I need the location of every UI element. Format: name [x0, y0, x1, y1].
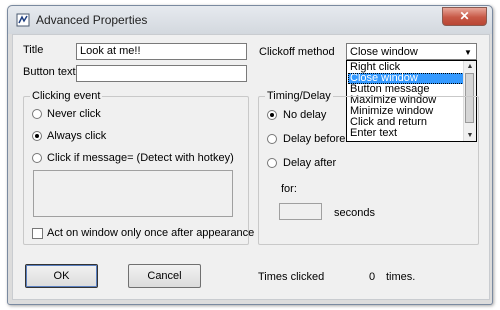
advanced-properties-window: Advanced Properties ✕ Title Look at me!!…	[7, 5, 493, 305]
for-label: for:	[281, 183, 297, 195]
title-bar[interactable]: Advanced Properties ✕	[8, 6, 492, 34]
title-label: Title	[23, 44, 44, 56]
dialog-client-area: Title Look at me!! Button text Clickoff …	[12, 34, 490, 300]
clicking-event-title: Clicking event	[30, 90, 103, 102]
clickoff-method-label: Clickoff method	[259, 46, 335, 58]
close-button[interactable]: ✕	[442, 7, 487, 26]
seconds-label: seconds	[334, 207, 375, 219]
click-if-message-label[interactable]: Click if message= (Detect with hotkey)	[47, 152, 234, 164]
cancel-button[interactable]: Cancel	[128, 264, 201, 288]
message-textarea[interactable]	[33, 170, 233, 217]
title-input-value: Look at me!!	[80, 45, 141, 57]
times-clicked-count: 0	[369, 271, 376, 283]
act-once-label[interactable]: Act on window only once after appearance	[47, 227, 254, 239]
close-icon: ✕	[459, 9, 470, 23]
click-if-message-radio[interactable]	[32, 153, 42, 163]
delay-after-radio[interactable]	[267, 158, 277, 168]
clickoff-selected-value: Close window	[350, 46, 418, 58]
no-delay-radio[interactable]	[267, 110, 277, 120]
ok-button[interactable]: OK	[25, 264, 98, 288]
app-window-icon	[16, 13, 30, 27]
title-input[interactable]: Look at me!!	[76, 43, 247, 60]
always-click-radio[interactable]	[32, 131, 42, 141]
never-click-radio[interactable]	[32, 109, 42, 119]
no-delay-label[interactable]: No delay	[283, 109, 326, 121]
window-title: Advanced Properties	[36, 13, 148, 27]
always-click-label[interactable]: Always click	[47, 130, 106, 142]
seconds-input[interactable]	[279, 203, 322, 220]
times-suffix-label: times.	[386, 271, 416, 283]
timing-delay-title: Timing/Delay	[265, 90, 333, 102]
button-text-input[interactable]	[76, 65, 247, 82]
delay-before-radio[interactable]	[267, 134, 277, 144]
chevron-down-icon[interactable]: ▼	[461, 45, 475, 60]
scroll-up-arrow-icon[interactable]: ▲	[464, 61, 476, 72]
delay-before-label[interactable]: Delay before	[283, 133, 345, 145]
act-once-checkbox[interactable]	[32, 228, 43, 239]
never-click-label[interactable]: Never click	[47, 108, 101, 120]
delay-after-label[interactable]: Delay after	[283, 157, 336, 169]
clickoff-method-select[interactable]: Close window ▼	[346, 43, 477, 60]
button-text-label: Button text	[23, 66, 76, 78]
times-clicked-label: Times clicked	[258, 271, 325, 283]
